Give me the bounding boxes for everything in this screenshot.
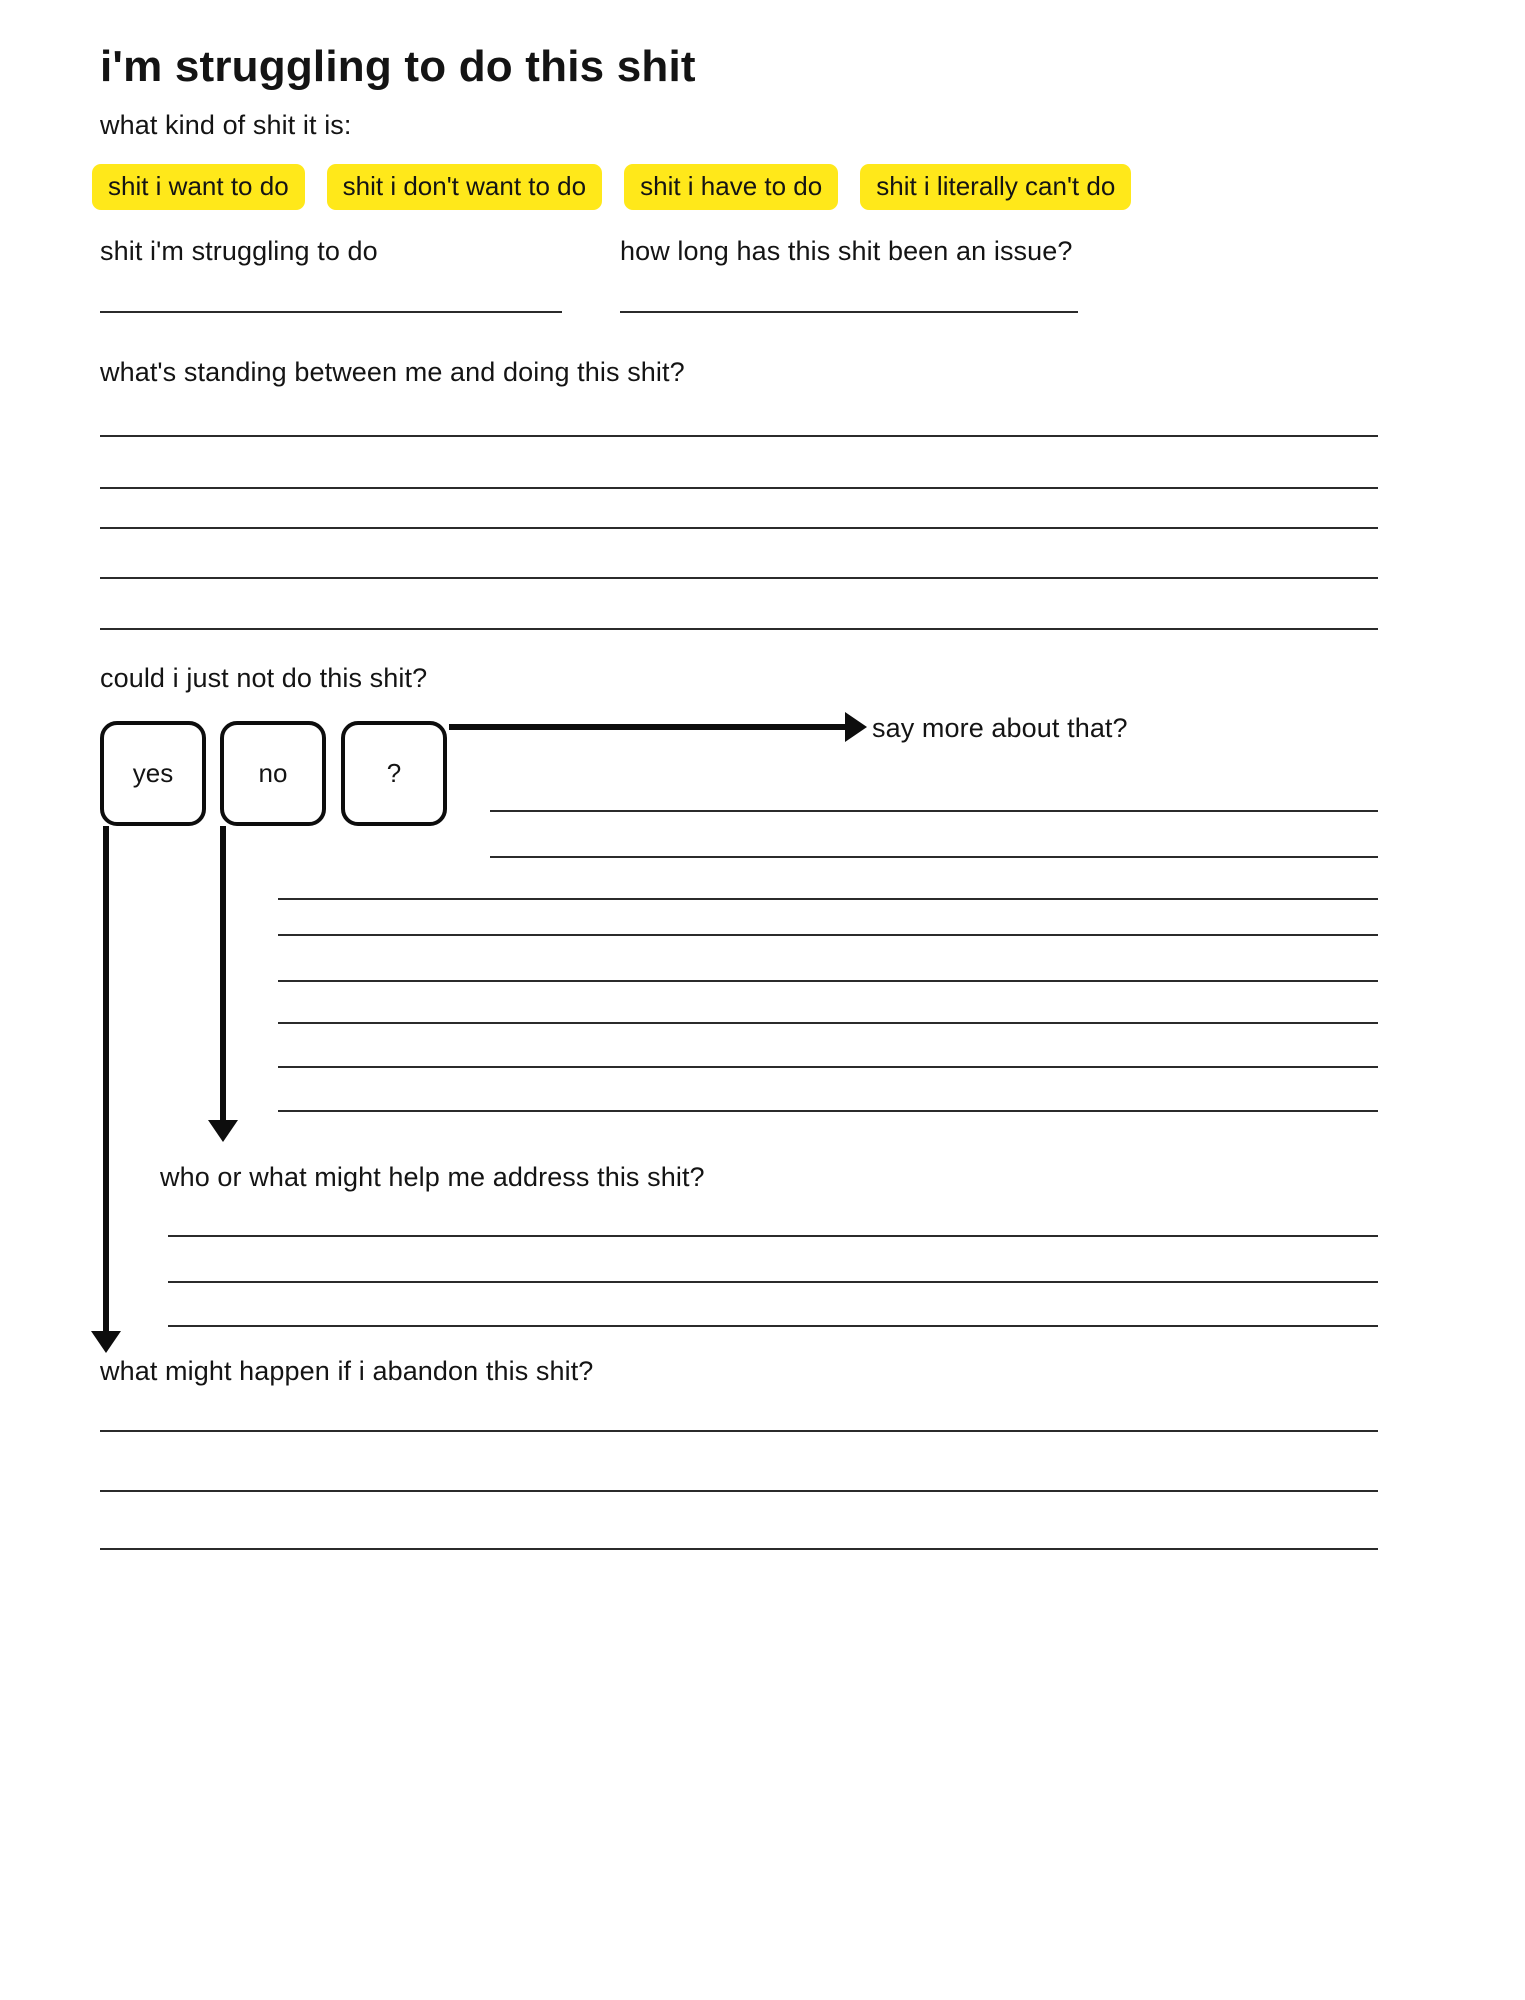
worksheet-page: i'm struggling to do this shit what kind… (0, 0, 1525, 2000)
help-field-line-3[interactable] (168, 1325, 1378, 1327)
say-more-field-line-5[interactable] (278, 980, 1378, 982)
say-more-field-line-1[interactable] (490, 810, 1378, 812)
category-tag-want[interactable]: shit i want to do (92, 164, 305, 210)
say-more-field-line-6[interactable] (278, 1022, 1378, 1024)
category-tag-dont-want[interactable]: shit i don't want to do (326, 164, 603, 210)
choice-option-unsure[interactable]: ? (341, 721, 447, 826)
help-field-line-2[interactable] (168, 1281, 1378, 1283)
abandon-field-line-1[interactable] (100, 1430, 1378, 1432)
say-more-field-label: say more about that? (872, 713, 1128, 743)
help-field-label: who or what might help me address this s… (160, 1162, 705, 1192)
say-more-connector-arrow-line (449, 724, 849, 730)
category-prompt-label: what kind of shit it is: (100, 110, 352, 140)
obstacles-field-line-3[interactable] (100, 527, 1378, 529)
yes-branch-connector-line (103, 826, 109, 1333)
obstacles-field-line-1[interactable] (100, 435, 1378, 437)
page-title: i'm struggling to do this shit (100, 42, 696, 91)
yes-branch-arrowhead-icon (91, 1331, 121, 1353)
say-more-field-line-3[interactable] (278, 898, 1378, 900)
struggling-field-label: shit i'm struggling to do (100, 236, 378, 266)
choice-option-yes[interactable]: yes (100, 721, 206, 826)
abandon-field-line-2[interactable] (100, 1490, 1378, 1492)
obstacles-field-line-5[interactable] (100, 628, 1378, 630)
obstacles-field-label: what's standing between me and doing thi… (100, 357, 685, 387)
abandon-field-line-3[interactable] (100, 1548, 1378, 1550)
no-branch-connector-line (220, 826, 226, 1122)
help-field-line-1[interactable] (168, 1235, 1378, 1237)
duration-field-label: how long has this shit been an issue? (620, 236, 1073, 266)
obstacles-field-line-2[interactable] (100, 487, 1378, 489)
say-more-field-line-8[interactable] (278, 1110, 1378, 1112)
category-tag-row: shit i want to do shit i don't want to d… (92, 164, 1132, 210)
no-branch-arrowhead-icon (208, 1120, 238, 1142)
choice-option-no[interactable]: no (220, 721, 326, 826)
say-more-field-line-2[interactable] (490, 856, 1378, 858)
duration-field-line-1[interactable] (620, 311, 1078, 313)
obstacles-field-line-4[interactable] (100, 577, 1378, 579)
abandon-field-label: what might happen if i abandon this shit… (100, 1356, 594, 1386)
category-tag-cant[interactable]: shit i literally can't do (860, 164, 1132, 210)
say-more-arrowhead-icon (845, 712, 867, 742)
struggling-field-line-1[interactable] (100, 311, 562, 313)
say-more-field-line-7[interactable] (278, 1066, 1378, 1068)
category-tag-have-to[interactable]: shit i have to do (624, 164, 839, 210)
could-not-do-label: could i just not do this shit? (100, 663, 428, 693)
say-more-field-line-4[interactable] (278, 934, 1378, 936)
